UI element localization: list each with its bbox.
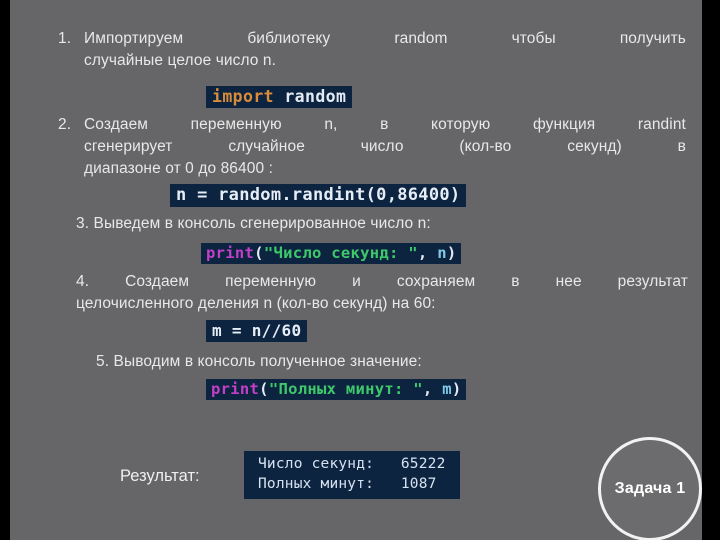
word: Создаем [84, 116, 149, 133]
step-4: 4. Создаем переменную и сохраняем в нее … [76, 271, 688, 315]
word: random [394, 30, 448, 47]
code-paren-open: ( [259, 380, 269, 398]
step-2-line-3: диапазоне от 0 до 86400 : [84, 160, 273, 177]
slide-canvas: 1. Импортируем библиотеку random чтобы п… [10, 0, 702, 540]
task-badge-label: Задача 1 [614, 480, 686, 497]
word: (кол-во [459, 138, 512, 155]
task-badge: Задача 1 [598, 437, 702, 540]
code-paren-open: ( [254, 244, 264, 262]
step-2-line-1-text: Создаем переменную n, в которую функция … [84, 114, 686, 136]
code-string-literal: "Число секунд: " [263, 244, 418, 262]
word: переменную [225, 273, 317, 290]
word: число [360, 138, 404, 155]
word: переменную [190, 116, 282, 133]
step-4-line-2: целочисленного деления n (кол-во секунд)… [76, 295, 436, 312]
step-1: 1. Импортируем библиотеку random чтобы п… [58, 28, 686, 72]
code-variable-m: m [442, 380, 452, 398]
word: сохраняем [396, 273, 476, 290]
word: и [352, 273, 361, 290]
step-2: 2. Создаем переменную n, в которую функц… [58, 114, 686, 180]
code-paren-close: ) [446, 244, 457, 262]
word: в [380, 116, 389, 133]
step-2-line-1: 2. Создаем переменную n, в которую функц… [58, 114, 686, 136]
slide-root: 1. Импортируем библиотеку random чтобы п… [0, 0, 720, 540]
word: секунд) [567, 138, 622, 155]
step-4-number: 4. [76, 273, 90, 290]
word: библиотеку [247, 30, 331, 47]
word: получить [619, 30, 686, 47]
code-comma: , [422, 380, 443, 398]
code-fn-print: print [206, 244, 255, 262]
step-1-line-2: случайные целое число n. [84, 52, 277, 69]
code-block-integer-division: m = n//60 [206, 320, 308, 342]
step-1-line-1: 1. Импортируем библиотеку random чтобы п… [58, 28, 686, 50]
word: randint [637, 116, 686, 133]
code-keyword-import: import [212, 87, 275, 106]
word: Создаем [125, 273, 190, 290]
step-2-line-2-text: сгенерирует случайное число (кол-во секу… [84, 136, 686, 158]
word: результат [617, 273, 688, 290]
step-2-line-2: сгенерирует случайное число (кол-во секу… [58, 136, 686, 158]
word: чтобы [511, 30, 556, 47]
code-string-literal: "Полных минут: " [268, 380, 423, 398]
result-label: Результат: [120, 467, 200, 485]
code-block-randint: n = random.randint(0,86400) [170, 184, 467, 207]
result-output-box: Число секунд: 65222 Полных минут: 1087 [244, 451, 460, 500]
step-2-number: 2. [58, 116, 72, 133]
step-1-number: 1. [58, 30, 72, 47]
word: сгенерирует [84, 138, 173, 155]
step-4-line-1: 4. Создаем переменную и сохраняем в нее … [76, 271, 688, 293]
result-line-seconds: Число секунд: 65222 [258, 456, 446, 472]
code-module-random: random [274, 87, 347, 106]
word: функция [532, 116, 596, 133]
code-fn-print: print [211, 380, 260, 398]
step-1-line-1-text: Импортируем библиотеку random чтобы полу… [84, 28, 686, 50]
word: нее [555, 273, 582, 290]
code-paren-close: ) [451, 380, 462, 398]
step-5: 5. Выводим в консоль полученное значение… [96, 353, 422, 370]
step-3: 3. Выведем в консоль сгенерированное чис… [76, 215, 431, 232]
word: в [511, 273, 520, 290]
word: в [677, 138, 686, 155]
word: Импортируем [84, 30, 184, 47]
word: n, [324, 116, 338, 133]
code-block-print-seconds: print("Число секунд: ", n) [201, 243, 462, 264]
word: случайное [228, 138, 305, 155]
code-variable-n: n [437, 244, 447, 262]
code-comma: , [417, 244, 438, 262]
word: которую [431, 116, 491, 133]
slide-content: 1. Импортируем библиотеку random чтобы п… [10, 0, 702, 540]
result-line-minutes: Полных минут: 1087 [258, 475, 437, 492]
code-block-print-minutes: print("Полных минут: ", m) [206, 379, 467, 400]
code-block-import: import random [206, 86, 353, 108]
